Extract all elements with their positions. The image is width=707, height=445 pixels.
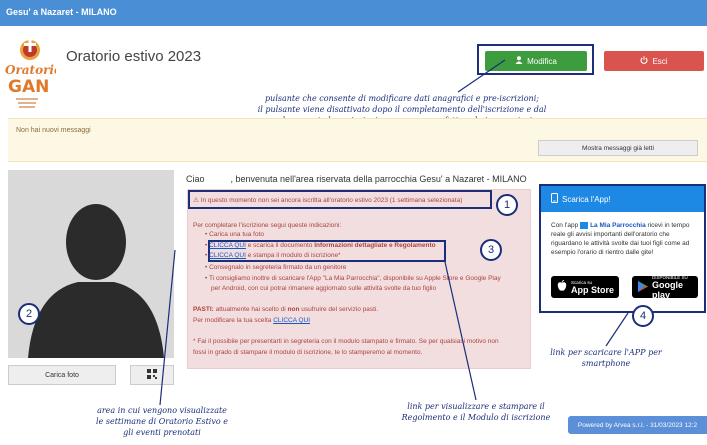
alert-intro: Per completare l'iscrizione segui queste… bbox=[193, 222, 342, 229]
alert-step-1: • Carica una tua foto bbox=[205, 231, 265, 238]
esci-button[interactable]: Esci bbox=[604, 51, 704, 71]
alert-footnote-line1: * Fai il possibile per presentarti in se… bbox=[193, 338, 499, 345]
alert-step-2-bold: Informazioni dettagliate e Regolamento bbox=[314, 242, 436, 249]
annotation-app: link per scaricare l'APP per smartphone bbox=[546, 347, 666, 369]
alert-step-5-line2: per Android, con cui potrai rimanere agg… bbox=[211, 285, 437, 292]
app-brand[interactable]: La Mia Parrocchia bbox=[590, 222, 646, 229]
pasti-modify-text: Per modificare la tua scelta bbox=[193, 317, 274, 324]
alert-step-3-text: e stampa il modulo di iscrizione* bbox=[245, 252, 341, 259]
app-store-badge[interactable]: Scarica su App Store bbox=[551, 276, 619, 298]
app-text-a: Con l'app bbox=[551, 222, 581, 229]
annotation-links: link per visualizzare e stampare il Rego… bbox=[392, 401, 560, 423]
qr-code-button[interactable] bbox=[130, 365, 174, 385]
welcome-text: , benvenuta nell'area riservata della pa… bbox=[230, 174, 527, 184]
alert-step-2: • CLICCA QUI e scarica il documento Info… bbox=[205, 242, 436, 249]
warning-icon: ⚠ bbox=[193, 197, 199, 204]
alert-step-5: • Ti consigliamo inoltre di scaricare l'… bbox=[205, 275, 501, 282]
google-play-big-text: Google play bbox=[652, 279, 683, 300]
parish-title: Gesu' a Nazaret - MILANO bbox=[6, 7, 117, 17]
alert-pasti: PASTI: attualmente hai scelto di non usu… bbox=[193, 306, 378, 313]
app-store-big-text: App Store bbox=[571, 284, 615, 295]
clicca-qui-modulo-link[interactable]: CLICCA QUI bbox=[209, 252, 246, 259]
profile-photo-area bbox=[8, 170, 174, 358]
page-title: Oratorio estivo 2023 bbox=[66, 48, 202, 65]
annotation-links-line1: link per visualizzare e stampare il bbox=[407, 402, 545, 411]
pasti-text-2: usufruire del servizio pasti. bbox=[299, 306, 379, 313]
app-panel-header: Scarica l'App! bbox=[541, 186, 704, 212]
google-play-icon bbox=[638, 280, 648, 294]
google-play-badge[interactable]: DISPONIBILE SU Google play bbox=[632, 275, 698, 300]
annotation-app-line1: link per scaricare l'APP per bbox=[550, 348, 662, 357]
modifica-label: Modifica bbox=[527, 56, 557, 66]
alert-pasti-modify: Per modificare la tua scelta CLICCA QUI bbox=[193, 317, 310, 324]
logo-text-oratorio: Oratorio bbox=[5, 63, 56, 77]
alert-step-5-text-a: Ti consigliamo inoltre di scaricare l'Ap… bbox=[208, 275, 501, 282]
smartphone-icon bbox=[551, 193, 558, 205]
person-silhouette-icon bbox=[28, 204, 164, 358]
carica-foto-button[interactable]: Carica foto bbox=[8, 365, 116, 385]
callout-2: 2 bbox=[18, 303, 40, 325]
alert-footnote-line2: fossi in grado di stampare il modulo di … bbox=[193, 349, 423, 356]
powered-by-footer: Powered by Arvea s.r.l. - 31/03/2023 12:… bbox=[568, 416, 707, 434]
user-icon bbox=[515, 56, 523, 66]
annotation-area-line3: gli eventi prenotati bbox=[123, 428, 201, 437]
callout-4: 4 bbox=[632, 305, 654, 327]
callout-3: 3 bbox=[480, 239, 502, 261]
modifica-button[interactable]: Modifica bbox=[485, 51, 587, 71]
oratorio-gan-logo: Oratorio GAN bbox=[4, 36, 62, 116]
power-icon bbox=[640, 56, 648, 66]
annotation-area-line1: area in cui vengono visualizzate bbox=[97, 406, 227, 415]
alert-status-line: ⚠ In questo momento non sei ancora iscri… bbox=[193, 196, 462, 204]
welcome-ciao: Ciao bbox=[186, 174, 205, 184]
pasti-label: PASTI: bbox=[193, 306, 214, 313]
annotation-area: area in cui vengono visualizzate le sett… bbox=[82, 405, 242, 438]
alert-status-text: In questo momento non sei ancora iscritt… bbox=[200, 197, 463, 204]
clicca-qui-pasti-link[interactable]: CLICCA QUI bbox=[273, 317, 310, 324]
annotation-modifica-line1: pulsante che consente di modificare dati… bbox=[265, 94, 539, 103]
pasti-bold: non bbox=[287, 306, 300, 313]
clicca-qui-regolamento-link[interactable]: CLICCA QUI bbox=[209, 242, 246, 249]
annotation-links-line2: Regolmento e il Modulo di iscrizione bbox=[401, 413, 551, 422]
annotation-area-line2: le settimane di Oratorio Estivo e bbox=[96, 417, 228, 426]
callout-1: 1 bbox=[496, 194, 518, 216]
welcome-message: Ciao , benvenuta nell'area riservata dell… bbox=[186, 174, 527, 184]
annotation-app-line2: smartphone bbox=[581, 359, 631, 368]
logo-text-gan: GAN bbox=[8, 77, 49, 97]
pasti-text-1: attualmente hai scelto di bbox=[213, 306, 288, 313]
alert-step-1-text: Carica una tua foto bbox=[209, 231, 265, 238]
alert-step-4: • Consegnalo in segreteria firmato da un… bbox=[205, 264, 347, 271]
alert-step-3: • CLICCA QUI e stampa il modulo di iscri… bbox=[205, 252, 341, 259]
show-read-messages-button[interactable]: Mostra messaggi già letti bbox=[538, 140, 698, 156]
annotation-modifica-line2: il pulsante viene disattivato dopo il co… bbox=[257, 105, 547, 114]
alert-step-2-text: e scarica il documento bbox=[245, 242, 315, 249]
esci-label: Esci bbox=[652, 56, 668, 66]
top-bar: Gesu' a Nazaret - MILANO bbox=[0, 0, 707, 26]
qr-code-icon bbox=[147, 369, 157, 381]
app-brand-icon bbox=[580, 221, 589, 229]
app-panel-title: Scarica l'App! bbox=[562, 194, 611, 204]
app-description: Con l'app La Mia Parrocchia ricevi in te… bbox=[551, 221, 701, 257]
no-messages-text: Non hai nuovi messaggi bbox=[16, 127, 91, 134]
alert-step-4-text: Consegnalo in segreteria firmato da un g… bbox=[209, 264, 347, 271]
apple-icon bbox=[557, 279, 567, 294]
